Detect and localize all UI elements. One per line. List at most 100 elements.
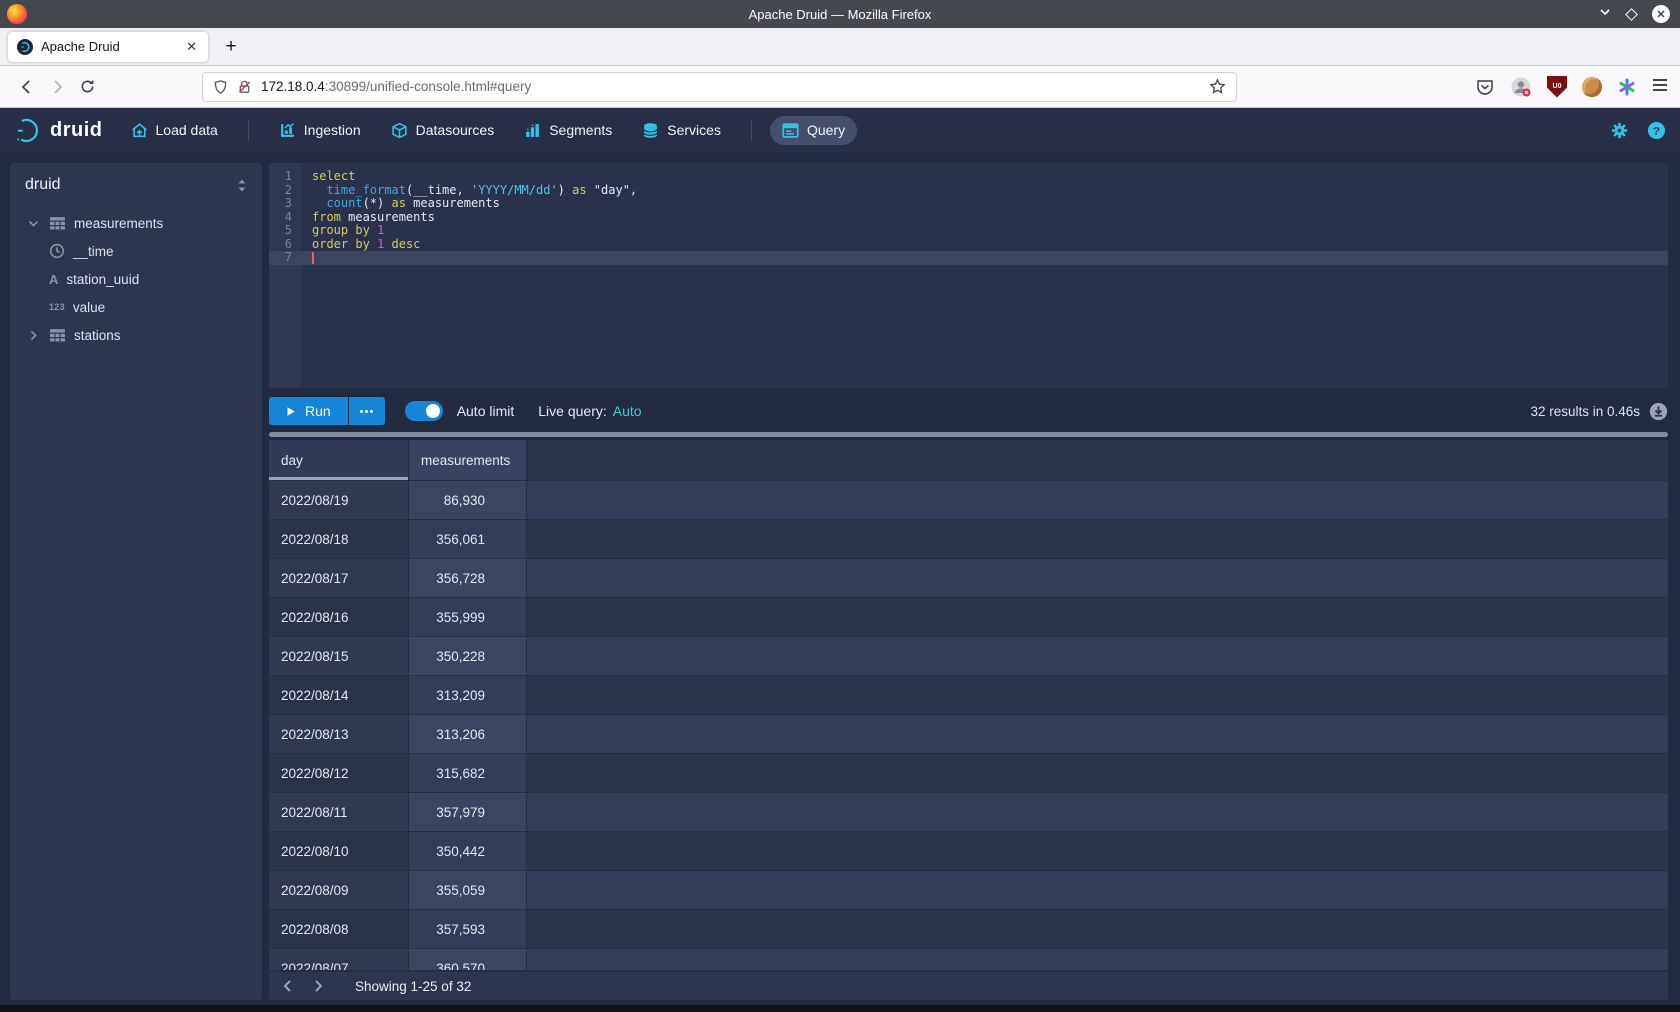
cell-measurements[interactable]: 86,930 [409, 481, 527, 519]
nav-item-query[interactable]: Query [770, 116, 857, 145]
cell-measurements[interactable]: 350,228 [409, 637, 527, 675]
tree-column-__time[interactable]: __time [25, 237, 252, 265]
run-button[interactable]: Run [269, 397, 348, 425]
download-icon[interactable] [1649, 402, 1668, 421]
schema-name: druid [25, 176, 61, 194]
sql-editor[interactable]: 1select2 time_format(__time, 'YYYY/MM/dd… [269, 163, 1668, 388]
cell-day[interactable]: 2022/08/15 [269, 637, 409, 675]
column-header-day[interactable]: day [269, 440, 409, 480]
cell-value: 313,206 [421, 727, 485, 742]
tab-close-icon[interactable]: ✕ [184, 39, 199, 55]
table-row: 2022/08/1986,930 [269, 480, 1668, 519]
line-number: 6 [269, 238, 301, 252]
tree-column-label: station_uuid [66, 272, 139, 287]
run-bar: Run Auto limit Live query: Auto 32 resul… [269, 394, 1668, 428]
cell-day[interactable]: 2022/08/12 [269, 754, 409, 792]
tracking-shield-icon[interactable] [213, 79, 228, 95]
window-titlebar: Apache Druid — Mozilla Firefox ✕ [0, 0, 1680, 28]
reload-icon[interactable] [72, 72, 102, 102]
tree-table-measurements[interactable]: measurements [25, 209, 252, 237]
cell-day[interactable]: 2022/08/16 [269, 598, 409, 636]
cell-measurements[interactable]: 357,593 [409, 910, 527, 948]
cell-filler [527, 520, 1668, 558]
run-more-button[interactable] [349, 397, 385, 425]
window-close-icon[interactable]: ✕ [1652, 5, 1670, 23]
new-tab-button[interactable]: + [216, 32, 246, 62]
cell-measurements[interactable]: 356,728 [409, 559, 527, 597]
cell-day[interactable]: 2022/08/14 [269, 676, 409, 714]
nav-item-label: Datasources [416, 122, 495, 138]
url-bar[interactable]: 172.18.0.4:30899/unified-console.html#qu… [202, 72, 1237, 102]
ublock-origin-icon[interactable]: U0 [1547, 76, 1567, 98]
double-caret-icon[interactable] [236, 178, 248, 193]
tree-table-label: stations [74, 328, 121, 343]
help-icon[interactable]: ? [1647, 121, 1666, 140]
nav-item-load-data[interactable]: Load data [119, 116, 230, 145]
tree-table-stations[interactable]: stations [25, 321, 252, 349]
back-icon[interactable] [12, 72, 42, 102]
cell-measurements[interactable]: 350,442 [409, 832, 527, 870]
page-prev-icon[interactable] [273, 973, 303, 999]
cell-filler [527, 793, 1668, 831]
line-number: 2 [269, 184, 301, 198]
query-icon [782, 122, 799, 139]
segments-icon [524, 122, 541, 139]
nav-item-datasources[interactable]: Datasources [379, 116, 507, 145]
account-icon[interactable] [1510, 76, 1532, 98]
cell-value: 315,682 [421, 766, 485, 781]
cookie-icon[interactable] [1582, 77, 1602, 97]
nav-item-services[interactable]: Services [630, 116, 733, 145]
live-query-value[interactable]: Auto [613, 403, 642, 419]
page-next-icon[interactable] [303, 973, 333, 999]
cell-filler [527, 481, 1668, 519]
code-line: 6order by 1 desc [269, 238, 1668, 252]
table-row: 2022/08/18356,061 [269, 519, 1668, 558]
auto-limit-toggle[interactable] [405, 401, 443, 421]
window-minimize-icon[interactable] [1599, 5, 1611, 23]
tree-column-value[interactable]: 123value [25, 293, 252, 321]
nav-item-ingestion[interactable]: Ingestion [267, 116, 373, 145]
nav-item-label: Load data [156, 122, 218, 138]
cell-day[interactable]: 2022/08/11 [269, 793, 409, 831]
cell-measurements[interactable]: 357,979 [409, 793, 527, 831]
druid-logo[interactable]: druid [14, 117, 103, 144]
cell-day[interactable]: 2022/08/19 [269, 481, 409, 519]
cell-filler [527, 754, 1668, 792]
cell-filler [527, 559, 1668, 597]
line-number: 5 [269, 224, 301, 238]
brand-name: druid [50, 119, 103, 142]
column-header-measurements[interactable]: measurements [409, 440, 527, 480]
cell-day[interactable]: 2022/08/08 [269, 910, 409, 948]
cell-measurements[interactable]: 356,061 [409, 520, 527, 558]
cell-value: 357,593 [421, 922, 485, 937]
cell-measurements[interactable]: 355,059 [409, 871, 527, 909]
cell-measurements[interactable]: 360,570 [409, 949, 527, 970]
pocket-icon[interactable] [1475, 77, 1495, 97]
forward-icon[interactable] [42, 72, 72, 102]
cell-day[interactable]: 2022/08/07 [269, 949, 409, 970]
cell-measurements[interactable]: 313,206 [409, 715, 527, 753]
menu-hamburger-icon[interactable] [1652, 78, 1668, 96]
cell-measurements[interactable]: 315,682 [409, 754, 527, 792]
bookmark-star-icon[interactable] [1209, 78, 1226, 95]
cell-value: 357,979 [421, 805, 485, 820]
cell-day[interactable]: 2022/08/09 [269, 871, 409, 909]
cell-measurements[interactable]: 313,209 [409, 676, 527, 714]
cell-day[interactable]: 2022/08/18 [269, 520, 409, 558]
settings-gear-icon[interactable] [1610, 121, 1629, 140]
insecure-lock-icon[interactable] [237, 79, 252, 95]
cell-measurements[interactable]: 355,999 [409, 598, 527, 636]
tree-column-station_uuid[interactable]: Astation_uuid [25, 265, 252, 293]
nav-item-segments[interactable]: Segments [512, 116, 624, 145]
nav-item-label: Ingestion [304, 122, 361, 138]
window-maximize-icon[interactable] [1625, 8, 1638, 21]
cell-day[interactable]: 2022/08/17 [269, 559, 409, 597]
horizontal-scrollbar[interactable] [269, 432, 1668, 437]
browser-tab[interactable]: Apache Druid ✕ [8, 32, 208, 62]
results-summary: 32 results in 0.46s [1530, 404, 1640, 419]
cell-filler [527, 676, 1668, 714]
cell-day[interactable]: 2022/08/13 [269, 715, 409, 753]
cell-day[interactable]: 2022/08/10 [269, 832, 409, 870]
cell-value: 313,209 [421, 688, 485, 703]
extension-asterisk-icon[interactable] [1617, 77, 1637, 97]
